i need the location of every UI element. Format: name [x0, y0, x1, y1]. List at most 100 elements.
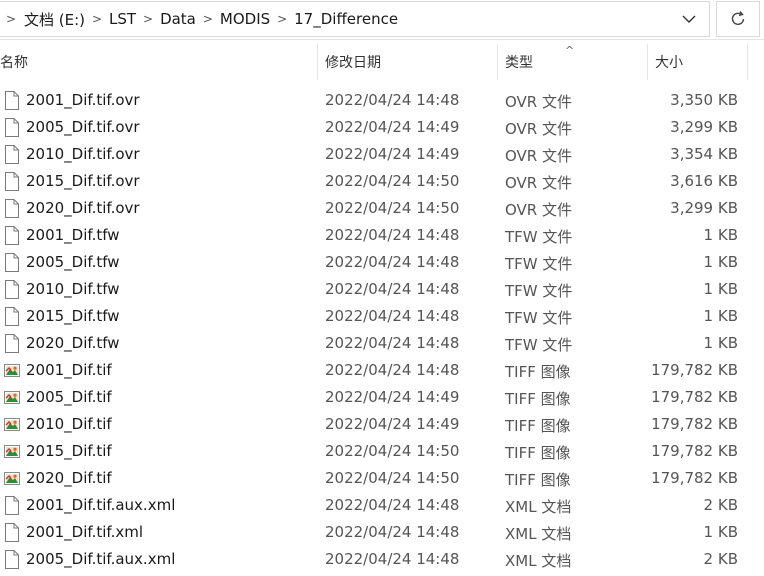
file-size: 3,354 KB [670, 145, 738, 163]
file-type: OVR 文件 [505, 147, 572, 165]
file-size: 179,782 KB [651, 388, 738, 406]
column-name[interactable]: 名称 [0, 44, 318, 80]
column-size[interactable]: 大小 [648, 44, 748, 80]
file-modified-date: 2022/04/24 14:50 [325, 199, 460, 217]
breadcrumb-label[interactable]: Data [158, 10, 198, 28]
breadcrumb-label[interactable]: LST [107, 10, 138, 28]
file-row[interactable]: 2015_Dif.tfw 2022/04/24 14:48 TFW 文件 1 KB [0, 303, 764, 330]
file-modified-date: 2022/04/24 14:48 [325, 307, 460, 325]
breadcrumb-item-drive[interactable]: > 文档 (E:) [0, 2, 87, 36]
file-row[interactable]: 2001_Dif.tfw 2022/04/24 14:48 TFW 文件 1 KB [0, 222, 764, 249]
file-row[interactable]: 2005_Dif.tif.ovr 2022/04/24 14:49 OVR 文件 3,… [0, 114, 764, 141]
image-file-icon [4, 469, 20, 488]
file-modified-date: 2022/04/24 14:48 [325, 496, 460, 514]
column-header: 名称 修改日期 类型 大小 [0, 44, 764, 80]
file-row[interactable]: 2020_Dif.tfw 2022/04/24 14:48 TFW 文件 1 KB [0, 330, 764, 357]
file-name: 2001_Dif.tif.aux.xml [26, 496, 176, 514]
file-modified-date: 2022/04/24 14:49 [325, 388, 460, 406]
column-name-label[interactable]: 名称 [0, 52, 28, 72]
file-size: 3,350 KB [670, 91, 738, 109]
file-size: 179,782 KB [651, 361, 738, 379]
column-divider[interactable] [747, 44, 748, 80]
file-type: TFW 文件 [505, 282, 573, 300]
file-size: 1 KB [703, 280, 738, 298]
file-name: 2015_Dif.tif [26, 442, 112, 460]
file-type: TIFF 图像 [505, 390, 571, 408]
file-name: 2020_Dif.tif.ovr [26, 199, 140, 217]
breadcrumb-item-current[interactable]: > 17_Difference [272, 2, 400, 36]
file-icon [4, 91, 20, 110]
file-icon [4, 550, 20, 569]
file-size: 3,299 KB [670, 199, 738, 217]
breadcrumb-item-modis[interactable]: > MODIS [198, 2, 272, 36]
breadcrumb[interactable]: > 文档 (E:) > LST > Data > MODIS > 17_Diff… [0, 1, 710, 37]
file-row[interactable]: 2010_Dif.tif.ovr 2022/04/24 14:49 OVR 文件 3,… [0, 141, 764, 168]
file-size: 179,782 KB [651, 442, 738, 460]
file-row[interactable]: 2020_Dif.tif 2022/04/24 14:50 TIFF 图像 179,7… [0, 465, 764, 492]
file-row[interactable]: 2005_Dif.tif 2022/04/24 14:49 TIFF 图像 179,7… [0, 384, 764, 411]
breadcrumb-item-lst[interactable]: > LST [87, 2, 138, 36]
file-icon [4, 496, 20, 515]
file-row[interactable]: 2001_Dif.tif.aux.xml 2022/04/24 14:48 XML … [0, 492, 764, 519]
file-modified-date: 2022/04/24 14:48 [325, 361, 460, 379]
file-row[interactable]: 2001_Dif.tif.ovr 2022/04/24 14:48 OVR 文件 3,… [0, 87, 764, 114]
column-date[interactable]: 修改日期 [318, 44, 498, 80]
file-name: 2010_Dif.tif [26, 415, 112, 433]
chevron-right-icon[interactable]: > [87, 12, 107, 26]
file-row[interactable]: 2005_Dif.tfw 2022/04/24 14:48 TFW 文件 1 KB [0, 249, 764, 276]
column-date-label[interactable]: 修改日期 [325, 52, 381, 72]
file-modified-date: 2022/04/24 14:49 [325, 118, 460, 136]
file-size: 1 KB [703, 523, 738, 541]
file-size: 3,616 KB [670, 172, 738, 190]
chevron-down-icon[interactable] [677, 2, 701, 36]
file-icon [4, 199, 20, 218]
file-icon [4, 226, 20, 245]
file-name: 2020_Dif.tfw [26, 334, 120, 352]
file-type: TFW 文件 [505, 255, 573, 273]
file-type: TFW 文件 [505, 309, 573, 327]
file-type: OVR 文件 [505, 201, 572, 219]
file-type: OVR 文件 [505, 93, 572, 111]
file-type: TIFF 图像 [505, 417, 571, 435]
file-row[interactable]: 2015_Dif.tif 2022/04/24 14:50 TIFF 图像 179,7… [0, 438, 764, 465]
file-size: 2 KB [703, 550, 738, 568]
column-type-label[interactable]: 类型 [505, 52, 533, 72]
breadcrumb-label[interactable]: 文档 (E:) [22, 9, 87, 30]
chevron-right-icon[interactable]: > [0, 12, 22, 26]
file-modified-date: 2022/04/24 14:49 [325, 415, 460, 433]
breadcrumb-label[interactable]: 17_Difference [292, 10, 400, 28]
file-type: XML 文档 [505, 498, 572, 516]
file-name: 2005_Dif.tif.aux.xml [26, 550, 176, 568]
file-row[interactable]: 2010_Dif.tfw 2022/04/24 14:48 TFW 文件 1 KB [0, 276, 764, 303]
column-size-label[interactable]: 大小 [655, 52, 683, 72]
file-name: 2010_Dif.tfw [26, 280, 120, 298]
file-row[interactable]: 2010_Dif.tif 2022/04/24 14:49 TIFF 图像 179,7… [0, 411, 764, 438]
file-icon [4, 523, 20, 542]
file-name: 2001_Dif.tif.ovr [26, 91, 140, 109]
breadcrumb-label[interactable]: MODIS [218, 10, 272, 28]
file-size: 1 KB [703, 334, 738, 352]
file-size: 3,299 KB [670, 118, 738, 136]
file-modified-date: 2022/04/24 14:48 [325, 226, 460, 244]
file-row[interactable]: 2005_Dif.tif.aux.xml 2022/04/24 14:48 XML … [0, 546, 764, 573]
file-name: 2005_Dif.tif [26, 388, 112, 406]
file-modified-date: 2022/04/24 14:48 [325, 334, 460, 352]
file-list: 2001_Dif.tif.ovr 2022/04/24 14:48 OVR 文件 3,… [0, 87, 764, 573]
file-icon [4, 334, 20, 353]
chevron-right-icon[interactable]: > [272, 12, 292, 26]
chevron-right-icon[interactable]: > [198, 12, 218, 26]
file-row[interactable]: 2001_Dif.tif 2022/04/24 14:48 TIFF 图像 179,7… [0, 357, 764, 384]
file-row[interactable]: 2001_Dif.tif.xml 2022/04/24 14:48 XML 文档 1 … [0, 519, 764, 546]
file-modified-date: 2022/04/24 14:49 [325, 145, 460, 163]
chevron-right-icon[interactable]: > [138, 12, 158, 26]
refresh-icon[interactable] [716, 1, 760, 37]
breadcrumb-item-data[interactable]: > Data [138, 2, 198, 36]
file-row[interactable]: 2015_Dif.tif.ovr 2022/04/24 14:50 OVR 文件 3,… [0, 168, 764, 195]
file-icon [4, 145, 20, 164]
file-type: XML 文档 [505, 525, 572, 543]
file-row[interactable]: 2020_Dif.tif.ovr 2022/04/24 14:50 OVR 文件 3,… [0, 195, 764, 222]
file-icon [4, 253, 20, 272]
file-size: 2 KB [703, 496, 738, 514]
file-size: 179,782 KB [651, 415, 738, 433]
file-type: XML 文档 [505, 552, 572, 570]
